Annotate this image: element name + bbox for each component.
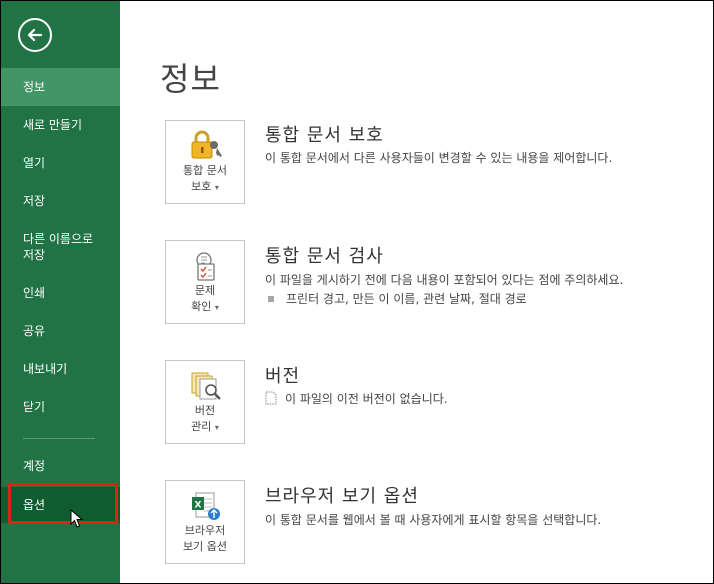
sidebar-item-info[interactable]: 정보 bbox=[1, 68, 120, 106]
back-button[interactable] bbox=[18, 18, 52, 52]
tile-label-line2: 관리 bbox=[191, 420, 212, 433]
svg-text:X: X bbox=[195, 501, 202, 511]
mouse-pointer-icon bbox=[70, 509, 84, 528]
sidebar-item-label: 새로 만들기 bbox=[23, 118, 83, 132]
sidebar-item-label: 계정 bbox=[23, 459, 46, 473]
sidebar-item-label: 인쇄 bbox=[23, 286, 46, 300]
inspect-bullet-text: 프린터 경고, 만든 이 이름, 관련 날짜, 절대 경로 bbox=[286, 292, 527, 306]
sidebar-item-label: 내보내기 bbox=[23, 362, 68, 376]
bullet-square-icon bbox=[268, 295, 274, 302]
sidebar-item-open[interactable]: 열기 bbox=[1, 155, 120, 171]
tile-label-line2: 확인 bbox=[191, 300, 212, 313]
section-title-versions: 버전 bbox=[265, 366, 301, 387]
section-desc-protect: 이 통합 문서에서 다른 사용자들이 변경할 수 있는 내용을 제어합니다. bbox=[265, 151, 613, 165]
browser-view-options-button[interactable]: X 브라우저 보기 옵션 bbox=[165, 480, 245, 564]
tile-label-line1: 통합 문서 bbox=[183, 164, 227, 177]
sidebar-item-close[interactable]: 닫기 bbox=[1, 399, 120, 415]
versions-desc-text: 이 파일의 이전 버전이 없습니다. bbox=[285, 392, 448, 406]
sidebar-item-export[interactable]: 내보내기 bbox=[1, 361, 120, 377]
sidebar-item-new[interactable]: 새로 만들기 bbox=[1, 117, 120, 133]
sidebar-item-share[interactable]: 공유 bbox=[1, 323, 120, 339]
options-highlight-box bbox=[8, 483, 118, 524]
section-title-browser-view: 브라우저 보기 옵션 bbox=[265, 486, 419, 507]
tile-label-line1: 문제 bbox=[194, 284, 216, 297]
section-title-inspect: 통합 문서 검사 bbox=[265, 246, 384, 267]
page-title: 정보 bbox=[160, 60, 221, 98]
versions-search-icon bbox=[191, 372, 221, 400]
sidebar-item-label: 정보 bbox=[23, 80, 46, 94]
manage-versions-button[interactable]: 버전 관리 ▾ bbox=[165, 360, 245, 444]
section-desc-browser-view: 이 통합 문서를 웹에서 볼 때 사용자에게 표시할 항목을 선택합니다. bbox=[265, 513, 602, 527]
tile-label: 통합 문서 보호 ▾ bbox=[166, 163, 244, 196]
inspect-bullet: 프린터 경고, 만든 이 이름, 관련 날짜, 절대 경로 bbox=[268, 290, 527, 307]
section-desc-inspect: 이 파일을 게시하기 전에 다음 내용이 포함되어 있다는 점에 주의하세요. bbox=[265, 273, 624, 287]
check-issues-button[interactable]: 문제 확인 ▾ bbox=[165, 240, 245, 324]
back-arrow-icon bbox=[27, 28, 43, 42]
sidebar-item-label: 저장 bbox=[23, 194, 46, 208]
dropdown-caret-icon: ▾ bbox=[214, 183, 219, 192]
section-title-protect: 통합 문서 보호 bbox=[265, 125, 384, 146]
tile-label-line1: 버전 bbox=[194, 404, 216, 417]
document-icon bbox=[265, 391, 277, 404]
sidebar-item-label: 공유 bbox=[23, 324, 46, 338]
sidebar-item-save[interactable]: 저장 bbox=[1, 193, 120, 209]
sidebar-item-label: 다른 이름으로 저장 bbox=[23, 232, 94, 262]
protect-workbook-button[interactable]: 통합 문서 보호 ▾ bbox=[165, 120, 245, 204]
sidebar-item-account[interactable]: 계정 bbox=[1, 458, 120, 474]
excel-globe-icon: X bbox=[192, 492, 220, 520]
sidebar-item-print[interactable]: 인쇄 bbox=[1, 285, 120, 301]
tile-label-line1: 브라우저 bbox=[184, 524, 226, 537]
sidebar-item-label: 열기 bbox=[23, 156, 46, 170]
dropdown-caret-icon: ▾ bbox=[214, 423, 219, 432]
sidebar-item-label: 닫기 bbox=[23, 400, 46, 414]
tile-label: 버전 관리 ▾ bbox=[166, 403, 244, 436]
section-desc-versions: 이 파일의 이전 버전이 없습니다. bbox=[265, 390, 448, 407]
tile-label: 브라우저 보기 옵션 bbox=[166, 523, 244, 555]
lock-key-icon bbox=[191, 130, 222, 159]
sidebar-item-save-as[interactable]: 다른 이름으로 저장 bbox=[1, 231, 120, 263]
inspect-checklist-icon bbox=[196, 252, 215, 281]
tile-label-line2: 보호 bbox=[191, 180, 212, 193]
dropdown-caret-icon: ▾ bbox=[214, 303, 219, 312]
tile-label-line2: 보기 옵션 bbox=[183, 540, 227, 553]
sidebar-divider bbox=[23, 438, 95, 439]
tile-label: 문제 확인 ▾ bbox=[166, 283, 244, 316]
